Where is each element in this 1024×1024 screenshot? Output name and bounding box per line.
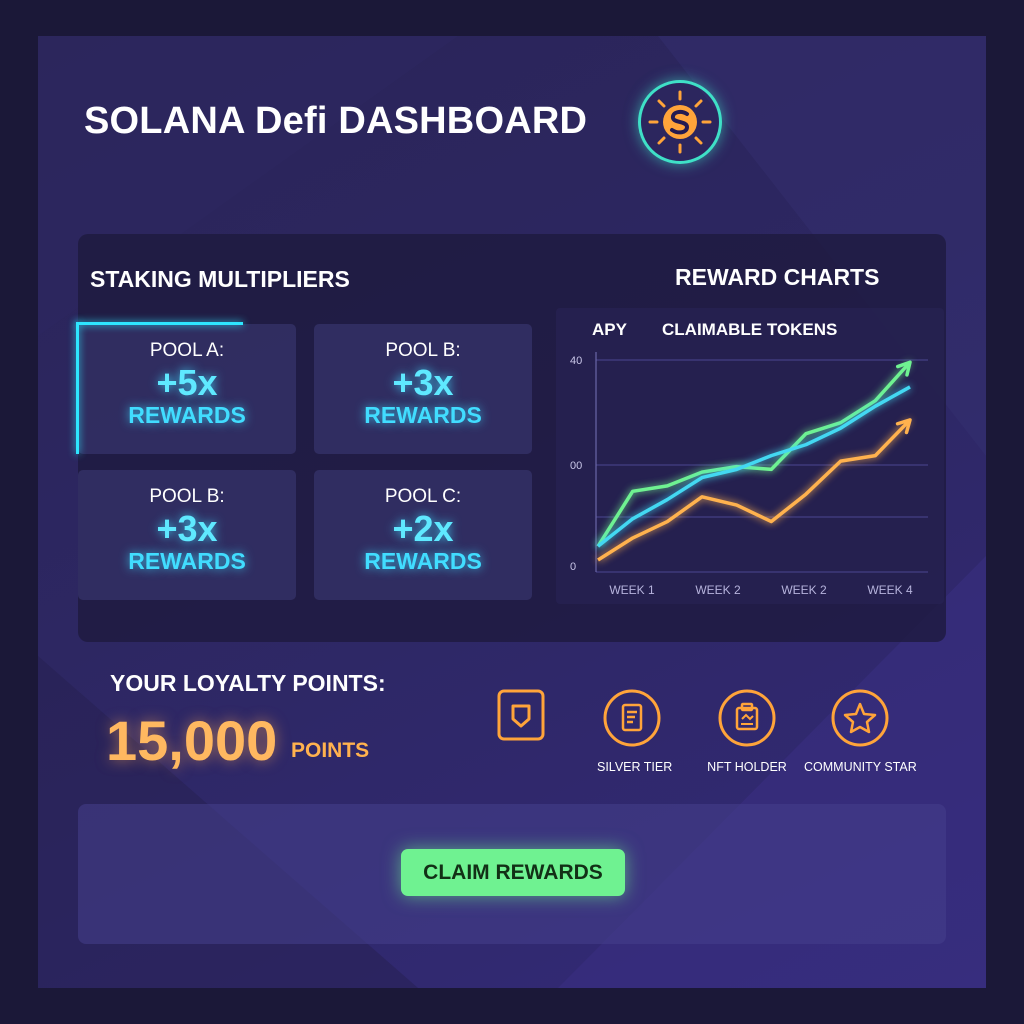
badge-label-community-star: COMMUNITY STAR bbox=[804, 760, 917, 774]
y-tick-label: 0 bbox=[570, 561, 576, 573]
loyalty-points-label: YOUR LOYALTY POINTS: bbox=[110, 670, 386, 696]
y-tick-label: 00 bbox=[570, 460, 582, 472]
pool-multiplier: +3x bbox=[156, 508, 218, 549]
pool-rewards-label: REWARDS bbox=[364, 548, 482, 574]
star-icon[interactable] bbox=[830, 688, 890, 748]
pool-name: POOL A: bbox=[149, 340, 225, 361]
active-pool-indicator-side bbox=[76, 322, 79, 454]
pool-multiplier: +2x bbox=[392, 508, 454, 549]
series-line-0 bbox=[596, 361, 912, 548]
staking-and-charts-panel: STAKING MULTIPLIERS REWARD CHARTS POOL A… bbox=[76, 234, 946, 642]
points-unit-label: POINTS bbox=[291, 739, 370, 762]
pool-card-c[interactable]: POOL C: +2x REWARDS bbox=[314, 470, 532, 600]
tier-document-icon[interactable] bbox=[602, 688, 662, 748]
reward-charts-title: REWARD CHARTS bbox=[675, 264, 880, 290]
staking-multipliers-title: STAKING MULTIPLIERS bbox=[90, 266, 350, 292]
badge-label-silver-tier: SILVER TIER bbox=[597, 760, 673, 774]
shield-icon[interactable] bbox=[496, 688, 556, 748]
solana-sun-logo-icon bbox=[638, 80, 722, 164]
x-tick-label: WEEK 2 bbox=[781, 583, 827, 597]
active-pool-indicator bbox=[76, 322, 243, 325]
badge-label-nft-holder: NFT HOLDER bbox=[707, 760, 787, 774]
claim-panel: CLAIM REWARDS bbox=[78, 804, 946, 944]
pool-name: POOL B: bbox=[385, 340, 461, 361]
pool-card-b-secondary[interactable]: POOL B: +3x REWARDS bbox=[78, 470, 296, 600]
x-tick-label: WEEK 4 bbox=[867, 583, 913, 597]
pool-card-a[interactable]: POOL A: +5x REWARDS bbox=[78, 324, 296, 454]
dashboard-window: SOLANA Defi DASHBOARD STAKING MULTIPLIER… bbox=[38, 36, 986, 988]
x-tick-label: WEEK 1 bbox=[609, 583, 655, 597]
pool-rewards-label: REWARDS bbox=[128, 548, 246, 574]
x-tick-label: WEEK 2 bbox=[695, 583, 741, 597]
pool-name: POOL C: bbox=[384, 486, 462, 507]
pool-card-b[interactable]: POOL B: +3x REWARDS bbox=[314, 324, 532, 454]
reward-chart: APY CLAIMABLE TOKENS 40 00 0 WEEK 1 WEEK 2 WE… bbox=[556, 308, 944, 604]
chart-plot-area: 40000WEEK 1 WEEK 2 WEEK 2 WEEK 4 bbox=[570, 352, 928, 597]
nft-icon[interactable] bbox=[717, 688, 777, 748]
page-title: SOLANA Defi DASHBOARD bbox=[84, 100, 588, 142]
pool-name: POOL B: bbox=[149, 486, 225, 507]
pool-rewards-label: REWARDS bbox=[364, 402, 482, 428]
pool-multiplier: +3x bbox=[392, 362, 454, 403]
claim-rewards-button[interactable]: CLAIM REWARDS bbox=[401, 849, 625, 896]
pool-multiplier: +5x bbox=[156, 362, 218, 403]
y-tick-label: 40 bbox=[570, 355, 582, 367]
pool-rewards-label: REWARDS bbox=[128, 402, 246, 428]
loyalty-points-value: 15,000 bbox=[106, 709, 278, 772]
